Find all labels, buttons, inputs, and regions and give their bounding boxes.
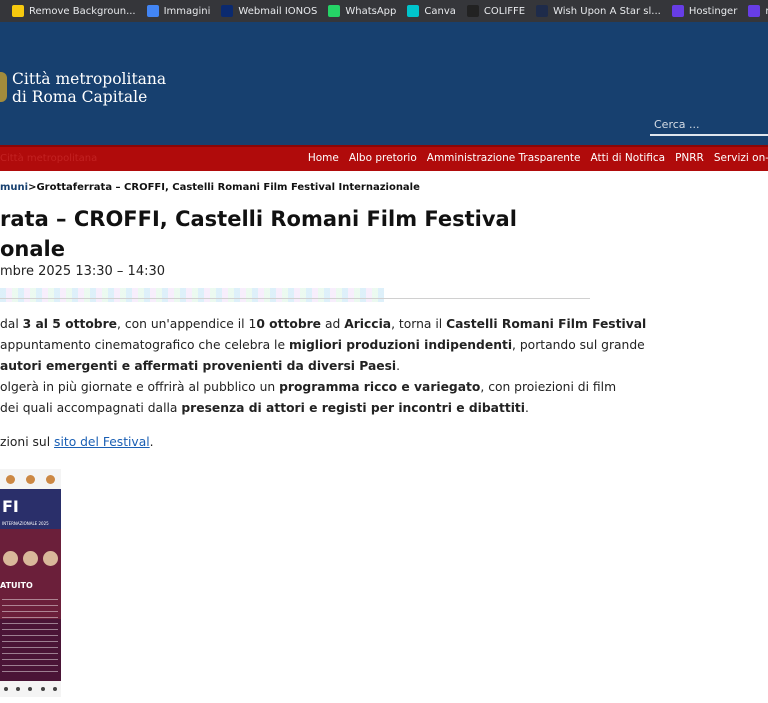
bookmark-item[interactable]: Immagini xyxy=(146,5,211,17)
nav-amministrazione-trasparente[interactable]: Amministrazione Trasparente xyxy=(427,152,581,164)
google-icon xyxy=(146,5,159,17)
wish-icon xyxy=(536,5,549,17)
event-date: mbre 2025 13:30 – 14:30 xyxy=(0,264,166,279)
more-info: zioni sul sito del Festival. xyxy=(0,435,154,449)
city-emblem-icon xyxy=(0,72,7,102)
page-title: rata – CROFFI, Castelli Romani Film Fest… xyxy=(0,204,517,264)
nav-pnrr[interactable]: PNRR xyxy=(675,152,704,164)
poster-free-label: ATUITO xyxy=(0,581,33,590)
festival-site-link[interactable]: sito del Festival xyxy=(54,435,150,449)
bookmark-item[interactable]: Hostinger xyxy=(671,5,738,17)
render-artifact xyxy=(0,288,384,302)
hostinger-icon xyxy=(671,5,684,17)
poster-subtitle: INTERNAZIONALE 2025 xyxy=(2,521,49,526)
nav-atti-di-notifica[interactable]: Atti di Notifica xyxy=(591,152,666,164)
paragraph-line: appuntamento cinematografico che celebra… xyxy=(0,338,645,352)
breadcrumb-current: >Grottaferrata – CROFFI, Castelli Romani… xyxy=(28,182,420,193)
hostinger-icon xyxy=(748,5,761,17)
page-title-line2: onale xyxy=(0,237,65,261)
bookmarks-bar: Remove Backgroun... Immagini Webmail IONOS… xyxy=(0,0,768,22)
poster-faces xyxy=(0,551,61,566)
poster-text-lines xyxy=(2,599,58,674)
paragraph-line: autori emergenti e affermati provenienti… xyxy=(0,359,401,373)
nav-ghost-text: Città metropolitana xyxy=(0,153,98,164)
coliffe-icon xyxy=(466,5,479,17)
bookmark-label: WhatsApp xyxy=(345,5,397,17)
bookmark-label: Canva xyxy=(424,5,456,17)
bookmark-item[interactable]: Webmail IONOS xyxy=(221,5,317,17)
ionos-icon xyxy=(221,5,234,17)
whatsapp-icon xyxy=(328,5,341,17)
nav-home[interactable]: Home xyxy=(308,152,339,164)
bookmark-label: COLIFFE xyxy=(483,5,526,17)
breadcrumb-link[interactable]: muni xyxy=(0,182,28,193)
nav-servizi-online[interactable]: Servizi on-line xyxy=(714,152,768,164)
article-body: dal 3 al 5 ottobre, con un'appendice il … xyxy=(0,314,647,419)
bookmark-item[interactable]: Remove Backgroun... xyxy=(12,5,136,17)
site-name-line2: di Roma Capitale xyxy=(12,88,148,106)
bookmark-item[interactable]: COLIFFE xyxy=(466,5,526,17)
poster-logos xyxy=(0,472,61,486)
divider xyxy=(0,298,590,299)
bookmark-label: Webmail IONOS xyxy=(238,5,318,17)
festival-poster-image[interactable]: FI INTERNAZIONALE 2025 ATUITO xyxy=(0,469,61,697)
bookmark-item[interactable]: mail coliffe.it xyxy=(748,5,768,17)
bookmark-item[interactable]: Canva xyxy=(407,5,456,17)
nav-albo-pretorio[interactable]: Albo pretorio xyxy=(349,152,417,164)
search-input[interactable]: Cerca ... xyxy=(650,118,768,136)
breadcrumb: muni>Grottaferrata – CROFFI, Castelli Ro… xyxy=(0,182,420,193)
poster-footer-logos xyxy=(0,684,61,694)
bookmark-item[interactable]: Wish Upon A Star sl... xyxy=(536,5,661,17)
remove-bg-icon xyxy=(12,5,24,17)
page-title-line1: rata – CROFFI, Castelli Romani Film Fest… xyxy=(0,207,517,231)
main-nav: Città metropolitana Home Albo pretorio A… xyxy=(0,145,768,171)
site-name[interactable]: Città metropolitana di Roma Capitale xyxy=(12,70,166,106)
poster-title: FI xyxy=(2,497,19,516)
bookmark-label: Hostinger xyxy=(688,5,738,17)
bookmark-label: Remove Backgroun... xyxy=(29,5,136,17)
bookmark-label: Immagini xyxy=(163,5,211,17)
site-name-line1: Città metropolitana xyxy=(12,70,167,88)
paragraph-line: dal 3 al 5 ottobre, con un'appendice il … xyxy=(0,317,647,331)
paragraph-line: olgerà in più giornate e offrirà al pubb… xyxy=(0,380,617,394)
nav-items: Home Albo pretorio Amministrazione Trasp… xyxy=(298,152,768,164)
canva-icon xyxy=(407,5,420,17)
paragraph-line: dei quali accompagnati dalla presenza di… xyxy=(0,401,529,415)
bookmark-label: Wish Upon A Star sl... xyxy=(553,5,661,17)
site-header: Città metropolitana di Roma Capitale Cer… xyxy=(0,22,768,145)
bookmark-item[interactable]: WhatsApp xyxy=(328,5,396,17)
